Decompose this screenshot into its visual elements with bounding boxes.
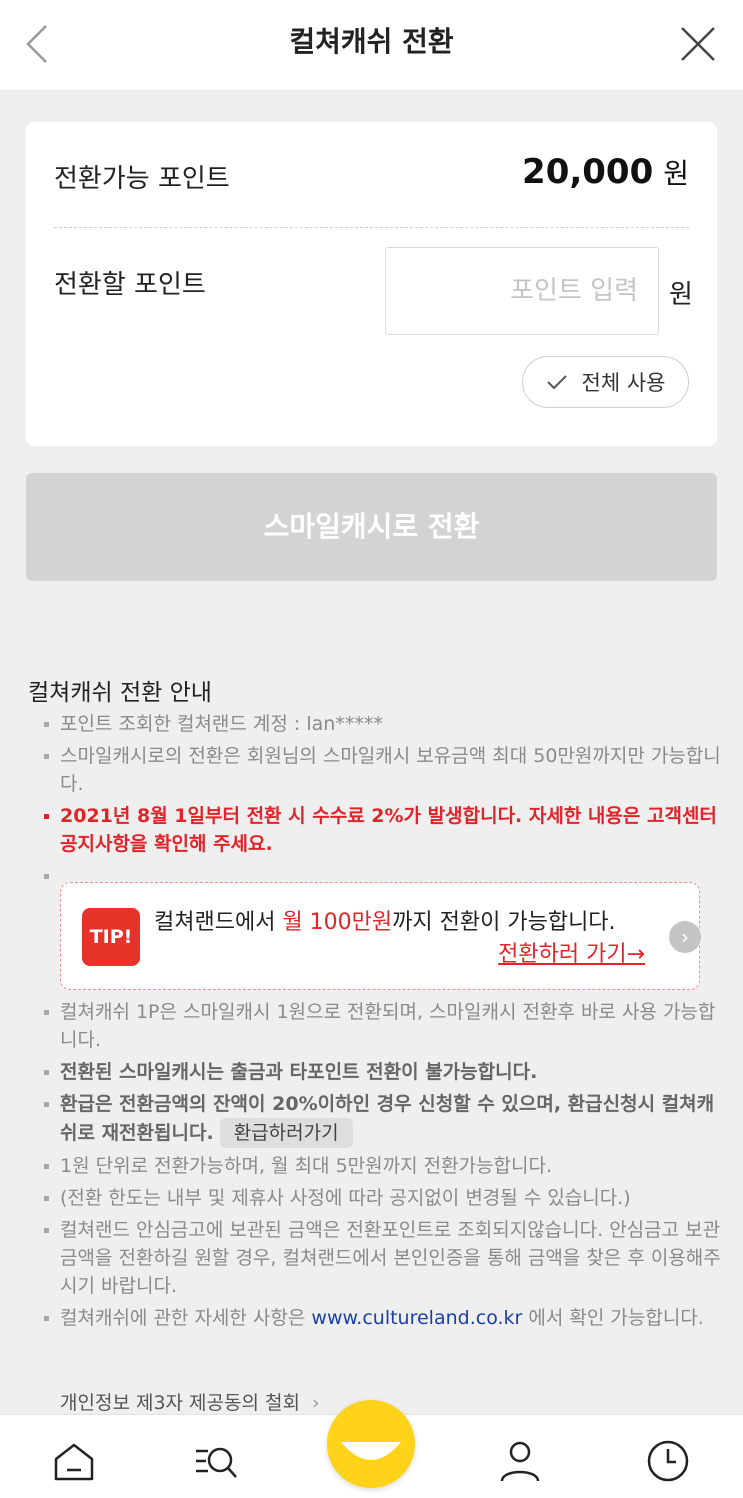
- top-header: 컬쳐캐쉬 전환: [0, 0, 743, 91]
- tip-text: 컬쳐랜드에서 월 100만원까지 전환이 가능합니다.: [154, 909, 616, 937]
- guide-item: 1원 단위로 전환가능하며, 월 최대 5만원까지 전환가능합니다.: [44, 1152, 724, 1180]
- use-all-label: 전체 사용: [581, 371, 666, 395]
- available-points-value: 20,000 원: [522, 152, 689, 192]
- site-text-before: 컬쳐캐쉬에 관한 자세한 사항은: [60, 1307, 306, 1329]
- guide-item: 컬쳐캐쉬 1P은 스마일캐시 1원으로 전환되며, 스마일캐시 전환후 바로 사…: [44, 998, 724, 1054]
- tip-banner[interactable]: TIP! 컬쳐랜드에서 월 100만원까지 전환이 가능합니다. 전환하러 가기…: [60, 882, 701, 990]
- page-title: 컬쳐캐쉬 전환: [289, 25, 454, 58]
- guide-item-fee-notice: 2021년 8월 1일부터 전환 시 수수료 2%가 발생합니다. 자세한 내용…: [44, 802, 724, 858]
- search-menu-icon[interactable]: [192, 1437, 240, 1485]
- privacy-consent-withdraw-link[interactable]: 개인정보 제3자 제공동의 철회 ›: [60, 1388, 320, 1415]
- guide-item-refund: 환급은 전환금액의 잔액이 20%이하인 경우 신청할 수 있으며, 환급신청시…: [44, 1090, 724, 1148]
- guide-item: (전환 한도는 내부 및 제휴사 사정에 따라 공지없이 변경될 수 있습니다.…: [44, 1184, 724, 1212]
- available-points-amount: 20,000: [522, 152, 654, 192]
- privacy-link-label: 개인정보 제3자 제공동의 철회: [60, 1392, 300, 1414]
- recent-icon[interactable]: [644, 1437, 692, 1485]
- home-icon[interactable]: [50, 1437, 98, 1485]
- my-page-icon[interactable]: [496, 1437, 544, 1485]
- tip-text-before: 컬쳐랜드에서: [154, 910, 283, 935]
- convert-points-label: 전환할 포인트: [54, 270, 206, 300]
- guide-item: 스마일캐시로의 전환은 회원님의 스마일캐시 보유금액 최대 50만원까지만 가…: [44, 742, 724, 798]
- tip-text-after: 까지 전환이 가능합니다.: [392, 910, 616, 935]
- guide-item: 포인트 조회한 컬쳐랜드 계정 : lan*****: [44, 710, 724, 738]
- go-convert-link[interactable]: 전환하러 가기→: [498, 941, 645, 969]
- guide-list: 포인트 조회한 컬쳐랜드 계정 : lan***** 스마일캐시로의 전환은 회…: [44, 710, 724, 1336]
- tip-badge: TIP!: [82, 908, 140, 966]
- dashed-divider: [54, 227, 689, 228]
- guide-item: 전환된 스마일캐시는 출금과 타포인트 전환이 불가능합니다.: [44, 1058, 724, 1086]
- available-points-unit: 원: [663, 157, 689, 190]
- guide-item: 컬쳐랜드 안심금고에 보관된 금액은 전환포인트로 조회되지않습니다. 안심금고…: [44, 1216, 724, 1300]
- conversion-card: 전환가능 포인트 20,000 원 전환할 포인트 원 전체 사용: [26, 122, 717, 446]
- chevron-right-icon: ›: [312, 1392, 320, 1414]
- chevron-right-icon[interactable]: ›: [669, 921, 701, 953]
- use-all-button[interactable]: 전체 사용: [522, 356, 689, 408]
- site-text-after: 에서 확인 가능합니다.: [528, 1307, 704, 1329]
- input-unit: 원: [669, 280, 693, 310]
- refund-button[interactable]: 환급하러가기: [219, 1118, 353, 1148]
- tip-text-highlight: 월 100만원: [282, 910, 393, 935]
- guide-item-site: 컬쳐캐쉬에 관한 자세한 사항은 www.cultureland.co.kr 에…: [44, 1304, 724, 1332]
- check-icon: [546, 375, 567, 390]
- guide-title: 컬쳐캐쉬 전환 안내: [28, 680, 212, 706]
- convert-to-smilecash-button[interactable]: 스마일캐시로 전환: [26, 473, 717, 581]
- refund-text: 환급은 전환금액의 잔액이 20%이하인 경우 신청할 수 있으며, 환급신청시…: [60, 1093, 715, 1144]
- cultureland-site-link[interactable]: www.cultureland.co.kr: [311, 1307, 522, 1329]
- available-points-label: 전환가능 포인트: [54, 164, 230, 194]
- smile-icon[interactable]: [327, 1400, 415, 1488]
- point-input[interactable]: [385, 247, 659, 335]
- close-icon[interactable]: [678, 24, 718, 64]
